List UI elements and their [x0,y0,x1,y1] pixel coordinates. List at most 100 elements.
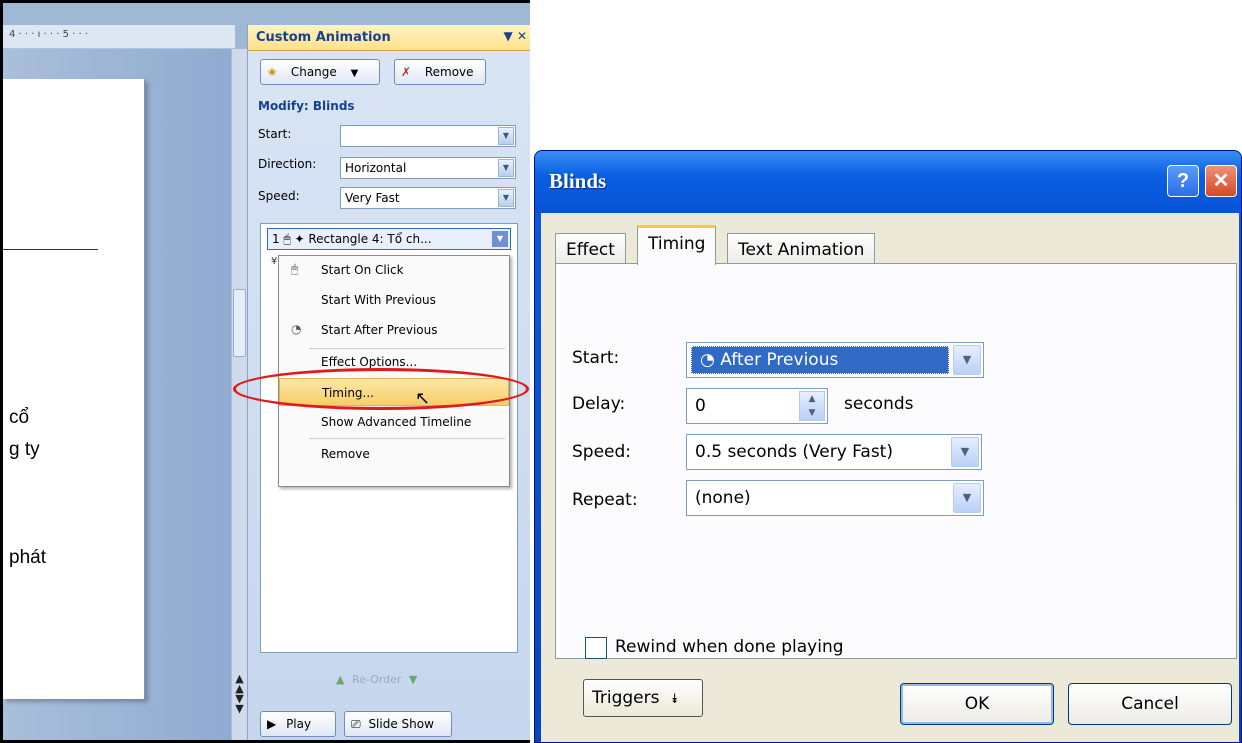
slide-canvas[interactable]: cổ g ty phát [3,79,145,699]
menu-item-label: Start After Previous [321,323,438,337]
start-label: Start: [572,348,620,368]
menu-item-label: Show Advanced Timeline [321,415,472,429]
pane-title: Custom Animation [256,30,391,45]
direction-select[interactable]: Horizontal ▼ [340,157,516,179]
start-selected-value: ◔ After Previous [691,346,949,374]
menu-item-start-on-click[interactable]: 🖱 Start On Click [279,256,509,284]
menu-item-label: Start On Click [321,263,404,277]
speed-select[interactable]: 0.5 seconds (Very Fast) ▼ [686,434,982,470]
dialog-body: Effect Timing Text Animation Start: ◔ Af… [541,213,1239,742]
vertical-scrollbar[interactable]: ▲ ▲ ▼ ▼ [231,49,247,740]
delay-unit: seconds [844,394,914,414]
triggers-button[interactable]: Triggers ⯯ [583,679,703,717]
scroll-page-arrows-icon[interactable]: ▲ ▲ ▼ ▼ [233,673,246,714]
menu-item-start-with-previous[interactable]: Start With Previous [279,286,509,314]
slide-text-line-3: phát [9,547,46,568]
star-effect-icon: ✬ [267,65,278,79]
chevron-down-icon[interactable]: ▼ [953,483,981,513]
slide-editing-area: cổ g ty phát [3,49,231,740]
spinner-arrows-icon[interactable]: ▲ ▼ [799,391,825,421]
double-chevron-down-icon: ⯯ [670,692,679,707]
menu-item-effect-options[interactable]: Effect Options... [279,348,509,376]
chevron-down-icon[interactable]: ▼ [498,159,514,177]
close-button[interactable]: ✕ [1205,165,1237,197]
tab-effect[interactable]: Effect [555,233,626,263]
start-select[interactable]: ◔ After Previous ▼ [686,342,984,378]
chevron-down-icon: ▼ [350,68,359,79]
pane-controls[interactable]: ▼ ✕ [504,29,527,43]
menu-item-label: Effect Options... [321,355,418,369]
start-select[interactable]: ▼ [340,125,516,147]
custom-animation-pane: Custom Animation ▼ ✕ ✬ Change ▼ ✗ Remove… [247,25,530,740]
chevron-down-icon[interactable]: ▼ [498,189,514,207]
change-button-label: Change [290,65,337,79]
animation-list-item[interactable]: 1 🖱 ✦ Rectangle 4: Tổ ch... ▼ [267,228,511,250]
ok-button[interactable]: OK [900,683,1054,725]
speed-label: Speed: [258,189,300,203]
delay-label: Delay: [572,394,626,414]
mouse-icon: 🖱 [291,262,299,276]
speed-select[interactable]: Very Fast ▼ [340,187,516,209]
mouse-cursor-icon: ↖ [415,388,431,409]
arrow-up-icon[interactable]: ▲ [336,673,344,686]
slide-text-line-1: cổ [9,407,30,428]
triggers-label: Triggers [592,688,660,708]
reorder-control[interactable]: ▲ Re-Order ▼ [332,673,421,686]
menu-item-timing[interactable]: Timing... [279,378,509,406]
chevron-down-icon[interactable]: ▼ [953,345,981,375]
repeat-label: Repeat: [572,490,638,510]
chevron-down-icon[interactable]: ▼ [498,127,514,145]
remove-button[interactable]: ✗ Remove [394,59,486,85]
speed-value: 0.5 seconds (Very Fast) [695,442,893,462]
dialog-title: Blinds [549,169,607,193]
menu-item-remove[interactable]: Remove [279,440,509,468]
direction-label: Direction: [258,157,317,171]
tab-timing[interactable]: Timing [637,225,717,265]
powerpoint-window: 4 · · · ı · · · 5 · · · cổ g ty phát ▲ ▲ ▼… [0,0,530,743]
reorder-label: Re-Order [351,673,402,686]
ruler: 4 · · · ı · · · 5 · · · [3,25,235,49]
chevron-down-icon[interactable]: ▼ [492,231,508,247]
repeat-value: (none) [695,488,751,508]
change-button[interactable]: ✬ Change ▼ [260,59,380,85]
slide-divider-line [3,249,98,250]
repeat-select[interactable]: (none) ▼ [686,480,984,516]
play-button[interactable]: ▶ Play [260,711,336,737]
slide-show-button-label: Slide Show [368,717,434,731]
expand-chevron-icon[interactable]: ¥ [271,256,277,267]
animation-item-label: 1 🖱 ✦ Rectangle 4: Tổ ch... [272,232,432,246]
rewind-checkbox[interactable] [585,637,607,659]
slide-text-line-2: g ty [9,439,40,460]
blinds-dialog: Blinds ? ✕ Effect Timing Text Animation … [534,150,1242,743]
dialog-titlebar[interactable]: Blinds ? ✕ [535,151,1241,213]
chevron-down-icon[interactable]: ▼ [951,437,979,467]
slide-show-icon: ⎚ [351,717,361,731]
help-button[interactable]: ? [1167,165,1199,197]
tab-text-animation[interactable]: Text Animation [727,233,876,263]
menu-item-show-advanced-timeline[interactable]: Show Advanced Timeline [279,408,509,436]
menu-item-start-after-previous[interactable]: ◔ Start After Previous [279,316,509,344]
rewind-label: Rewind when done playing [615,637,844,657]
slide-show-button[interactable]: ⎚ Slide Show [344,711,452,737]
speed-select-value: Very Fast [345,191,400,205]
cancel-button[interactable]: Cancel [1068,683,1232,725]
delay-input[interactable]: 0 ▲ ▼ [686,388,828,424]
direction-select-value: Horizontal [345,161,407,175]
menu-separator [309,438,505,439]
speed-label: Speed: [572,442,632,462]
start-label: Start: [258,127,292,141]
modify-title: Modify: Blinds [258,99,355,113]
arrow-down-icon[interactable]: ▼ [409,673,417,686]
menu-item-label: Remove [321,447,370,461]
menu-item-label: Timing... [322,386,374,400]
play-button-label: Play [286,717,312,731]
scrollbar-thumb[interactable] [233,289,246,357]
context-menu: 🖱 Start On Click Start With Previous ◔ S… [278,255,510,487]
start-value-text: After Previous [720,350,839,370]
menu-item-label: Start With Previous [321,293,436,307]
play-icon: ▶ [267,717,277,731]
remove-x-icon: ✗ [401,65,412,79]
pane-header: Custom Animation ▼ ✕ [248,25,530,51]
delay-value: 0 [695,396,706,416]
clock-icon: ◔ [291,322,302,336]
